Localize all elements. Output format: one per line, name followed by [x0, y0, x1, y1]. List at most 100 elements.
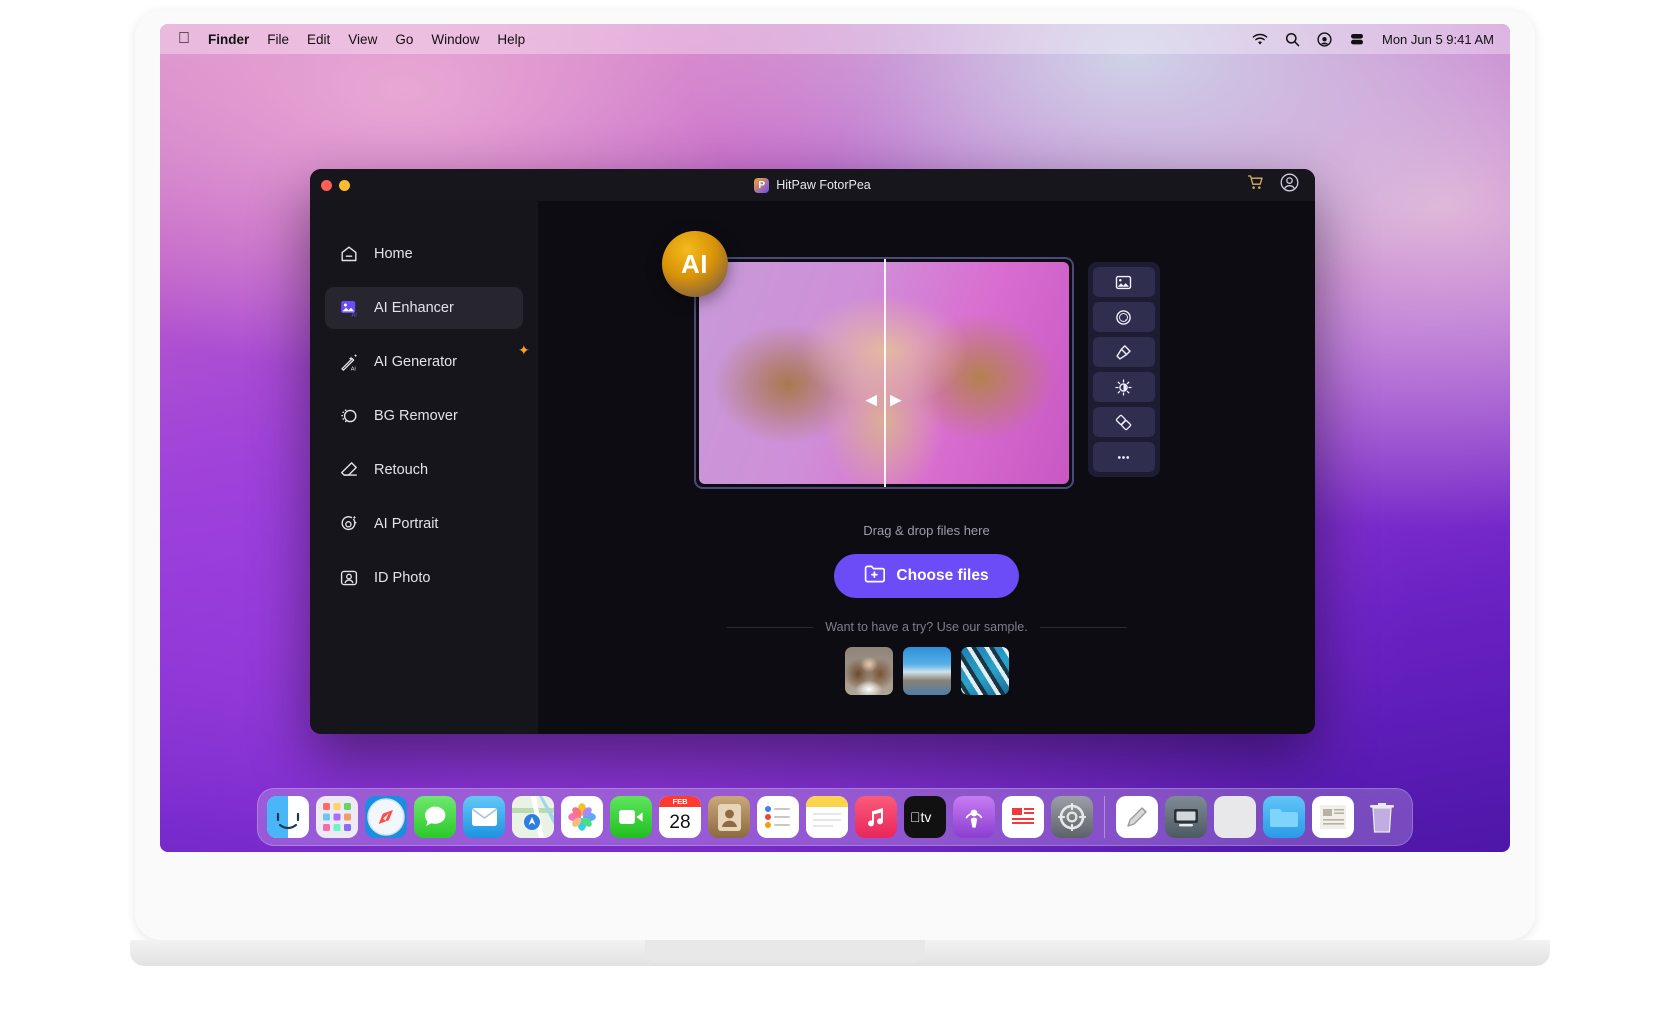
dock-item-calendar[interactable]: FEB 28: [659, 796, 701, 838]
menubar-clock[interactable]: Mon Jun 5 9:41 AM: [1382, 32, 1494, 47]
app-logo-icon: P: [754, 178, 769, 193]
app-title-group: P HitPaw FotorPea: [310, 178, 1315, 193]
eraser-icon: [339, 460, 359, 480]
sidebar-item-retouch[interactable]: Retouch: [325, 449, 523, 491]
main-content: ◀ ▶ AI: [538, 201, 1315, 734]
dock-item-music[interactable]: [855, 796, 897, 838]
menu-item-window[interactable]: Window: [431, 32, 479, 47]
divider-left: [727, 627, 814, 628]
brightness-tool[interactable]: [1093, 372, 1155, 402]
hitpaw-app-window: P HitPaw FotorPea: [310, 169, 1315, 734]
svg-text:AI: AI: [351, 367, 356, 372]
dock-item-messages[interactable]: [414, 796, 456, 838]
sidebar-item-label: AI Generator: [374, 354, 457, 370]
dock-item-maps[interactable]: [512, 796, 554, 838]
wifi-icon[interactable]: [1252, 33, 1268, 46]
dock-item-podcasts[interactable]: [953, 796, 995, 838]
dock-item-freeform[interactable]: [1116, 796, 1158, 838]
photo-enhance-tool[interactable]: [1093, 267, 1155, 297]
laptop-trackpad-notch: [645, 940, 925, 962]
bg-remover-icon: [339, 406, 359, 426]
app-body: Home AI AI Enhancer AI AI: [310, 201, 1315, 734]
dock-item-documents[interactable]: [1312, 796, 1354, 838]
sidebar-item-home[interactable]: Home: [325, 233, 523, 275]
dock-item-appletv[interactable]: tv: [904, 796, 946, 838]
choose-files-label: Choose files: [896, 567, 988, 585]
cart-icon[interactable]: [1247, 174, 1264, 196]
more-tools[interactable]: [1093, 442, 1155, 472]
sample-divider-row: Want to have a try? Use our sample.: [727, 620, 1127, 634]
dock-item-notes[interactable]: [806, 796, 848, 838]
dock-item-mail[interactable]: [463, 796, 505, 838]
search-icon[interactable]: [1285, 32, 1300, 47]
dock-item-facetime[interactable]: [610, 796, 652, 838]
app-sidebar: Home AI AI Enhancer AI AI: [310, 201, 538, 734]
denoise-tool[interactable]: [1093, 302, 1155, 332]
window-controls: [310, 180, 350, 191]
battery-icon[interactable]: [1349, 32, 1365, 46]
account-icon[interactable]: [1280, 173, 1299, 197]
titlebar-actions: [1247, 173, 1315, 197]
sidebar-item-ai-enhancer[interactable]: AI AI Enhancer: [325, 287, 523, 329]
sample-fish-thumbnail[interactable]: [961, 647, 1009, 695]
laptop-frame:  Finder File Edit View Go Window Help: [135, 10, 1535, 940]
choose-files-button[interactable]: Choose files: [834, 554, 1018, 598]
dock-item-finder[interactable]: [267, 796, 309, 838]
close-button[interactable]: [321, 180, 332, 191]
sample-landscape-thumbnail[interactable]: [903, 647, 951, 695]
sample-thumbnails: [845, 647, 1009, 695]
menu-item-help[interactable]: Help: [497, 32, 525, 47]
dock-item-downloads[interactable]: [1263, 796, 1305, 838]
menu-item-view[interactable]: View: [348, 32, 377, 47]
folder-plus-icon: [864, 564, 885, 588]
tool-rail: [1088, 262, 1160, 477]
new-feature-badge-icon: ✦: [518, 344, 531, 357]
dock-divider: [1104, 796, 1105, 838]
sidebar-item-id-photo[interactable]: ID Photo: [325, 557, 523, 599]
dock-item-news[interactable]: [1002, 796, 1044, 838]
control-center-icon[interactable]: [1317, 32, 1332, 47]
sidebar-item-bg-remover[interactable]: BG Remover: [325, 395, 523, 437]
before-after-preview[interactable]: ◀ ▶: [694, 257, 1074, 489]
sidebar-item-label: AI Portrait: [374, 516, 438, 532]
menu-item-finder[interactable]: Finder: [208, 32, 249, 47]
app-title-text: HitPaw FotorPea: [776, 178, 870, 192]
sidebar-item-ai-portrait[interactable]: AI Portrait: [325, 503, 523, 545]
apple-logo-icon[interactable]: : [178, 31, 190, 47]
colorize-tool[interactable]: [1093, 407, 1155, 437]
sidebar-item-label: ID Photo: [374, 570, 430, 586]
dock-item-safari[interactable]: [365, 796, 407, 838]
menu-item-go[interactable]: Go: [395, 32, 413, 47]
dock-item-reminders[interactable]: [757, 796, 799, 838]
macos-menubar:  Finder File Edit View Go Window Help: [160, 24, 1510, 54]
sidebar-item-label: AI Enhancer: [374, 300, 454, 316]
portrait-ai-icon: [339, 514, 359, 534]
dock-item-photos[interactable]: [561, 796, 603, 838]
chevron-right-icon: ▶: [890, 393, 902, 408]
sample-portrait-thumbnail[interactable]: [845, 647, 893, 695]
image-ai-icon: AI: [339, 298, 359, 318]
chevron-left-icon: ◀: [865, 393, 877, 408]
retouch-stamp-tool[interactable]: [1093, 337, 1155, 367]
dock-item-screenshot[interactable]: [1165, 796, 1207, 838]
app-titlebar: P HitPaw FotorPea: [310, 169, 1315, 201]
dock-item-contacts[interactable]: [708, 796, 750, 838]
minimize-button[interactable]: [339, 180, 350, 191]
dock-item-launchpad[interactable]: [316, 796, 358, 838]
laptop-screen:  Finder File Edit View Go Window Help: [160, 24, 1510, 852]
svg-text:AI: AI: [352, 312, 358, 318]
dock-item-trash[interactable]: [1361, 796, 1403, 838]
menu-item-edit[interactable]: Edit: [307, 32, 330, 47]
compare-divider: [884, 257, 886, 487]
sidebar-item-label: BG Remover: [374, 408, 458, 424]
sidebar-item-label: Retouch: [374, 462, 428, 478]
compare-slider-handle[interactable]: ◀ ▶: [865, 393, 901, 408]
sidebar-item-ai-generator[interactable]: AI AI Generator ✦: [325, 341, 523, 383]
dock-item-settings[interactable]: [1051, 796, 1093, 838]
macos-dock: FEB 28 tv: [257, 788, 1413, 846]
ai-badge: AI: [662, 231, 728, 297]
drop-hint-text: Drag & drop files here: [863, 523, 989, 538]
menu-item-file[interactable]: File: [267, 32, 289, 47]
menubar-status-area: Mon Jun 5 9:41 AM: [1252, 32, 1494, 47]
dock-item-preview[interactable]: [1214, 796, 1256, 838]
